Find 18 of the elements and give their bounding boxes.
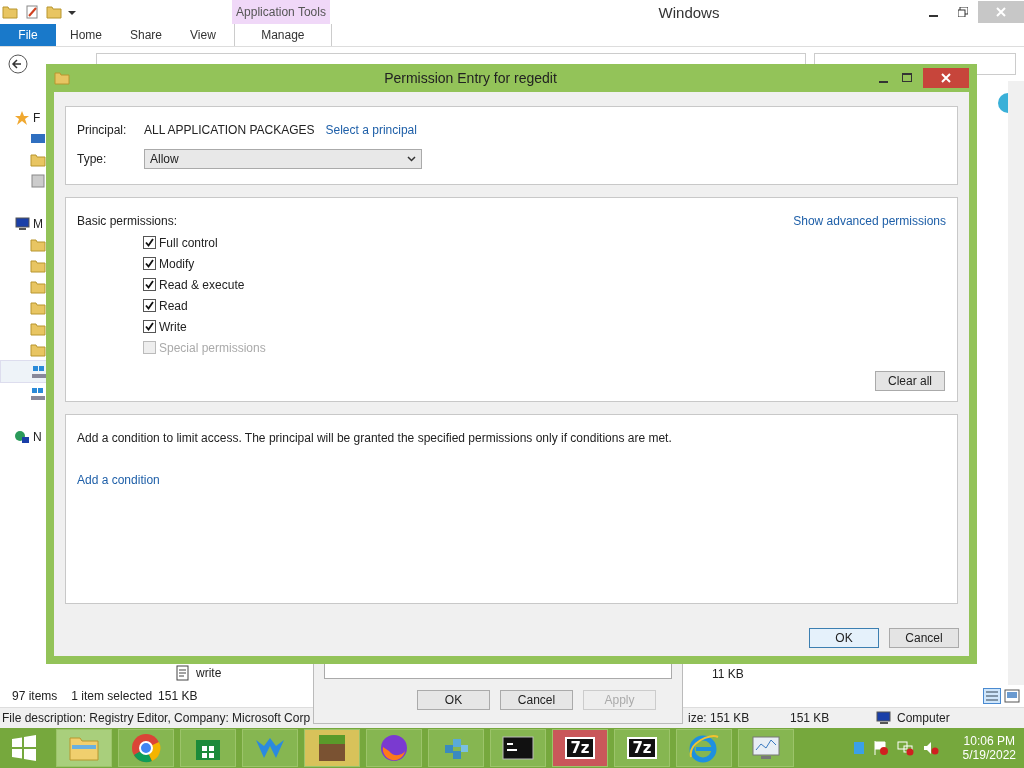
- selection-info: 1 item selected: [71, 689, 153, 703]
- archive-logo: 7z: [565, 737, 595, 759]
- item-count: 97 items: [12, 689, 58, 703]
- type-label: Type:: [77, 151, 108, 166]
- archive-logo: 7z: [627, 737, 657, 759]
- location-label: Computer: [897, 711, 950, 725]
- principal-label: Principal:: [77, 122, 128, 137]
- condition-text: Add a condition to limit access. The principal will be granted the specified permissions only if conditions are met.: [77, 431, 673, 445]
- principal-name: ALL APPLICATION PACKAGES: [144, 122, 315, 137]
- file-size: 11 KB: [712, 667, 744, 681]
- size-info: ize: 151 KB: [688, 711, 750, 725]
- selection-size: 151 KB: [158, 689, 198, 703]
- dialog-title: Permission Entry for regedit: [383, 70, 558, 86]
- window-title: Windows: [657, 3, 721, 21]
- context-tab-group: Application Tools: [232, 0, 330, 24]
- file-description: File description: Registry Editor, Company: Microsoft Corp: [1, 711, 311, 725]
- permissions-label: Basic permissions:: [77, 214, 178, 228]
- size-value: 151 KB: [790, 711, 830, 725]
